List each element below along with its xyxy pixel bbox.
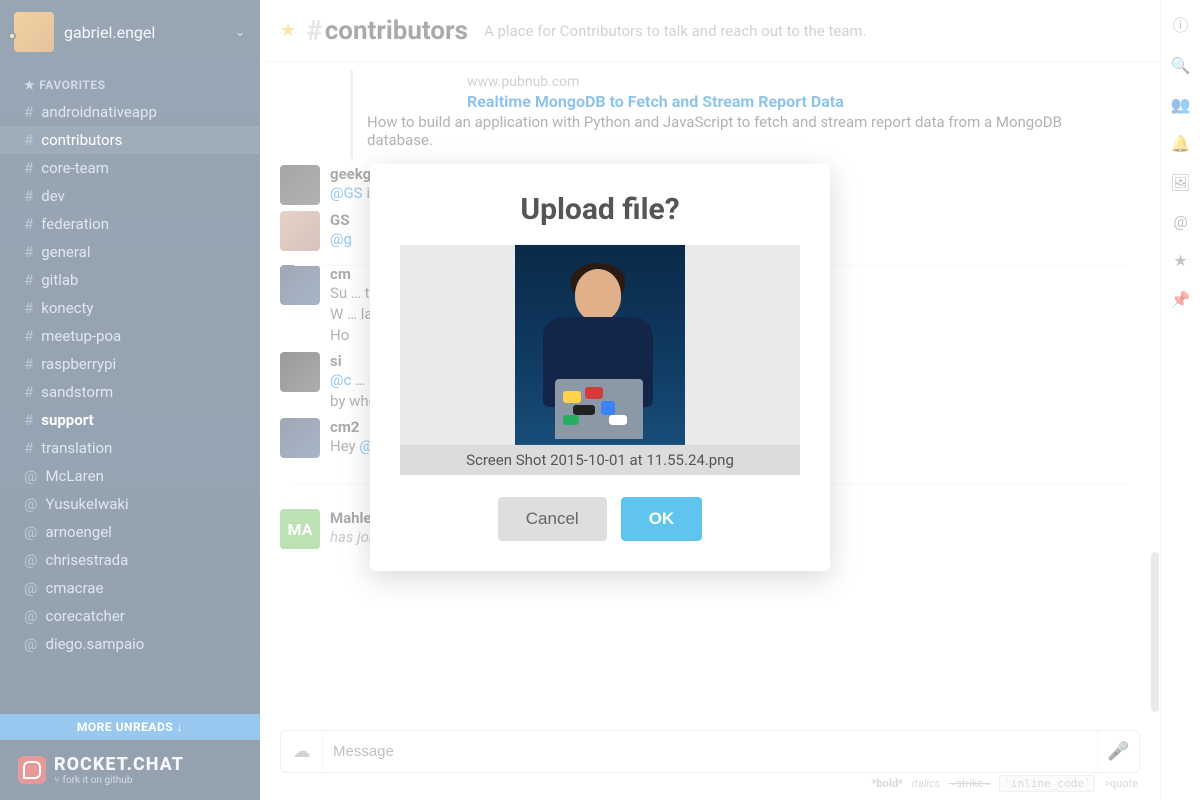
file-preview: Screen Shot 2015-10-01 at 11.55.24.png [400,245,800,475]
cancel-button[interactable]: Cancel [498,497,607,541]
ok-button[interactable]: OK [621,497,703,541]
modal-title: Upload file? [400,192,800,227]
upload-modal: Upload file? Screen Shot 2015-10-01 at 1… [370,164,830,571]
preview-image [515,245,685,445]
file-name: Screen Shot 2015-10-01 at 11.55.24.png [400,445,800,475]
